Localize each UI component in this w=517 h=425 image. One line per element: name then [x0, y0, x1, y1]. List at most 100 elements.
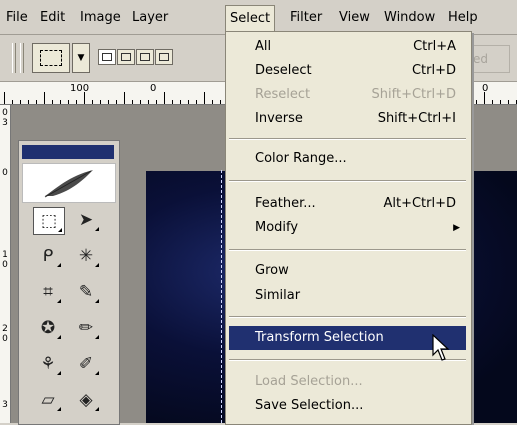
menu-edit[interactable]: Edit — [36, 7, 69, 29]
vruler-label: 0 — [2, 334, 8, 344]
lasso-icon[interactable]: ᑭ — [33, 243, 63, 269]
menu-item-shortcut: Ctrl+A — [413, 39, 456, 54]
ruler-tick — [212, 100, 213, 104]
menu-separator — [229, 249, 466, 251]
new-selection-button[interactable] — [98, 49, 116, 65]
add-selection-icon — [121, 53, 131, 61]
add-to-selection-button[interactable] — [117, 49, 135, 65]
vruler-label: 1 — [2, 250, 8, 260]
menu-file[interactable]: File — [2, 7, 32, 29]
menu-item-transform-selection[interactable]: Transform Selection — [229, 326, 466, 350]
menu-filter[interactable]: Filter — [286, 7, 326, 29]
menu-help[interactable]: Help — [444, 7, 482, 29]
menu-item-label: All — [255, 39, 272, 54]
tool-flyout-indicator — [95, 263, 99, 267]
healing-brush-icon[interactable]: ✪ — [33, 315, 63, 341]
menu-item-shortcut: Ctrl+D — [411, 63, 456, 78]
tools-palette: ⬚ ➤ ᑭ ✳ ⌗ ✎ ✪ ✏ ⚘ ✐ ▱ ◈ — [18, 140, 120, 425]
ruler-tick — [44, 92, 45, 104]
menu-item-modify[interactable]: Modify ▶ — [229, 216, 466, 240]
intersect-selection-icon — [159, 53, 169, 61]
menu-item-shortcut: Alt+Ctrl+D — [383, 196, 456, 211]
paint-bucket-icon[interactable]: ◈ — [71, 387, 101, 413]
feather-icon — [44, 170, 93, 198]
menu-item-color-range[interactable]: Color Range... — [229, 147, 466, 171]
ruler-label: 100 — [70, 83, 90, 94]
magic-wand-icon[interactable]: ✳ — [71, 243, 101, 269]
ruler-tick — [100, 100, 101, 104]
menu-item-feather[interactable]: Feather... Alt+Ctrl+D — [229, 192, 466, 216]
tool-flyout-indicator — [58, 228, 62, 232]
menu-item-deselect[interactable]: Deselect Ctrl+D — [229, 59, 466, 83]
ruler-tick — [172, 100, 173, 104]
ruler-tick — [116, 100, 117, 104]
menu-view[interactable]: View — [335, 7, 374, 29]
vruler-label: 2 — [2, 324, 8, 334]
options-bar-grip[interactable] — [12, 43, 16, 73]
menu-item-label: Feather... — [255, 196, 316, 211]
options-bar-grip-2[interactable] — [20, 43, 24, 73]
menu-item-all[interactable]: All Ctrl+A — [229, 35, 466, 59]
move-icon[interactable]: ➤ — [71, 207, 101, 233]
tool-preset-picker[interactable] — [32, 43, 70, 73]
menu-window[interactable]: Window — [380, 7, 439, 29]
tool-flyout-indicator — [57, 263, 61, 267]
tool-flyout-indicator — [95, 371, 99, 375]
ruler-label: 0 — [482, 83, 489, 94]
menu-select[interactable]: Select — [225, 5, 276, 33]
ruler-tick — [60, 100, 61, 104]
ruler-tick — [76, 100, 77, 104]
clone-stamp-icon[interactable]: ⚘ — [33, 351, 63, 377]
marquee-preset-icon — [40, 50, 62, 66]
crop-icon[interactable]: ⌗ — [33, 279, 63, 305]
ruler-tick — [492, 100, 493, 104]
ruler-tick — [484, 92, 485, 104]
menu-item-label: Similar — [255, 288, 301, 303]
ruler-tick — [36, 100, 37, 104]
vruler-label: 3 — [2, 400, 8, 410]
menu-item-load-selection: Load Selection... — [229, 370, 466, 394]
menu-layer[interactable]: Layer — [128, 7, 172, 29]
brush-icon[interactable]: ✏ — [71, 315, 101, 341]
slice-icon[interactable]: ✎ — [71, 279, 101, 305]
ruler-tick — [148, 100, 149, 104]
selection-marquee-edge — [221, 170, 222, 423]
tool-flyout-indicator — [95, 407, 99, 411]
vruler-label: 0 — [2, 260, 8, 270]
ruler-tick — [164, 92, 165, 104]
eraser-icon[interactable]: ▱ — [33, 387, 63, 413]
ruler-tick — [132, 100, 133, 104]
tool-preset-dropdown-arrow[interactable]: ▼ — [72, 43, 90, 73]
menu-image[interactable]: Image — [76, 7, 125, 29]
subtract-from-selection-button[interactable] — [136, 49, 154, 65]
new-selection-icon — [102, 53, 112, 61]
ruler-tick — [476, 100, 477, 104]
menu-item-shortcut: Shift+Ctrl+D — [371, 87, 456, 102]
tools-palette-title-bar[interactable] — [22, 145, 114, 159]
ruler-tick — [140, 100, 141, 104]
ruler-tick — [124, 92, 125, 104]
ruler-tick — [108, 100, 109, 104]
menu-item-label: Modify — [255, 220, 299, 235]
ruler-tick — [196, 100, 197, 104]
history-brush-icon[interactable]: ✐ — [71, 351, 101, 377]
menu-bar: File Edit Image Layer Select Filter View… — [0, 0, 517, 35]
menu-separator — [229, 138, 466, 140]
menu-item-label: Inverse — [255, 111, 303, 126]
refine-edge-button: ed — [468, 45, 510, 73]
menu-item-save-selection[interactable]: Save Selection... — [229, 394, 466, 418]
feather-logo[interactable] — [22, 163, 116, 203]
vruler-label: 0 — [2, 168, 8, 178]
ruler-tick — [500, 100, 501, 104]
rectangular-marquee-icon[interactable]: ⬚ — [33, 207, 65, 235]
ruler-tick — [220, 100, 221, 104]
menu-item-similar[interactable]: Similar — [229, 284, 466, 308]
menu-item-grow[interactable]: Grow — [229, 259, 466, 283]
tool-flyout-indicator — [57, 335, 61, 339]
intersect-selection-button[interactable] — [155, 49, 173, 65]
menu-item-inverse[interactable]: Inverse Shift+Ctrl+I — [229, 107, 466, 131]
menu-separator — [229, 316, 466, 318]
ruler-tick — [92, 100, 93, 104]
menu-item-label: Load Selection... — [255, 374, 363, 389]
mouse-pointer-icon — [432, 334, 450, 361]
